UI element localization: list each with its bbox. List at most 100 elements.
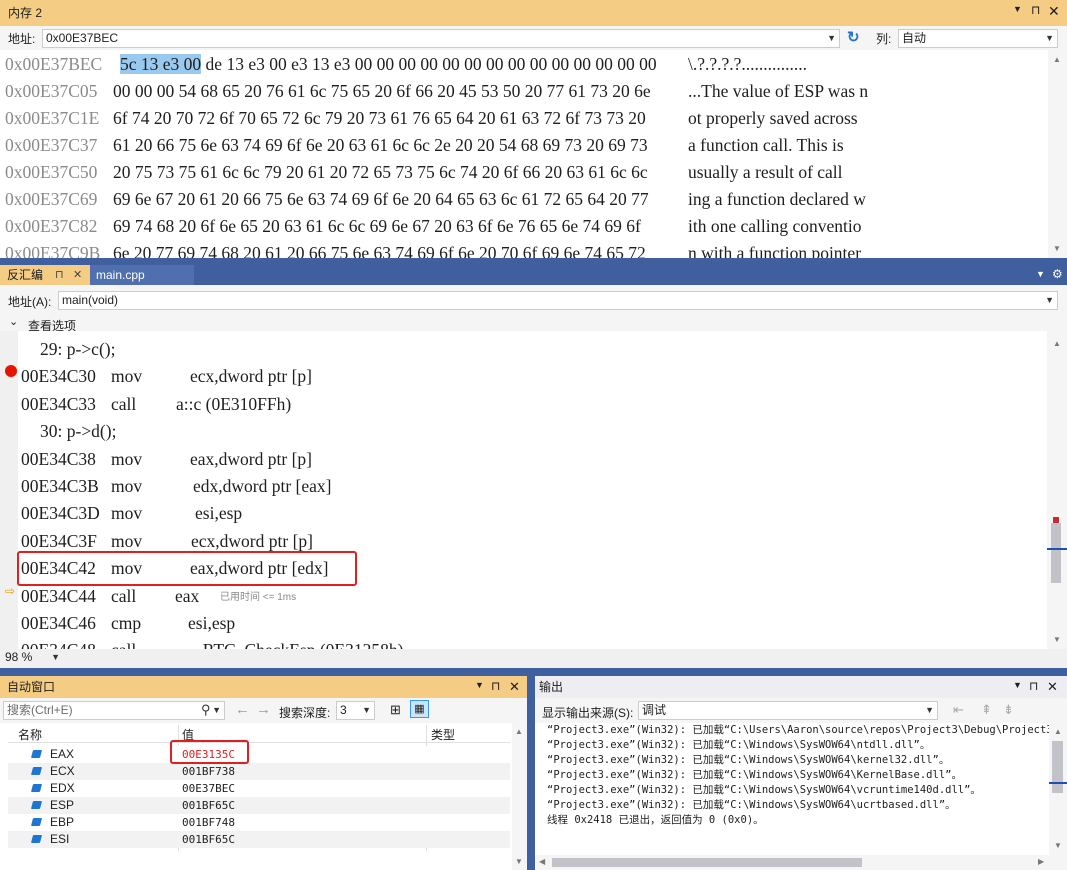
register-row[interactable]: ESP 001BF65C [8,797,510,814]
register-row[interactable]: EAX 00E3135C [8,746,510,763]
dropdown-arrow-icon[interactable]: ▼ [1013,4,1022,14]
scroll-down-icon[interactable]: ▼ [1050,635,1064,644]
pin-icon[interactable]: ⊓ [1029,679,1038,693]
memory-ascii: a function call. This is [688,135,844,155]
disasm-scrollbar[interactable]: ▲ ▼ [1047,331,1067,649]
memory-bytes[interactable]: 20 75 73 75 61 6c 6c 79 20 61 20 72 65 7… [113,159,648,186]
autos-scrollbar[interactable]: ▲ ▼ [512,723,527,870]
autos-search-input[interactable]: 搜索(Ctrl+E) ⚲ ▼ [3,701,225,720]
tab-main-cpp-label: main.cpp [96,268,145,282]
pin-watch-icon[interactable]: ⊞ [390,702,401,718]
zoom-select[interactable]: 98 % ▼ [2,650,63,667]
hex-display-icon[interactable]: ▦ [410,700,429,718]
instruction-opcode: call [111,637,136,649]
memory-content[interactable]: 0x00E37BEC 5c 13 e3 00 de 13 e3 00 e3 13 … [0,50,1048,258]
memory-bytes[interactable]: 6e 20 77 69 74 68 20 61 20 66 75 6e 63 7… [113,240,646,258]
prev-message-icon[interactable]: ⇞ [981,702,992,718]
memory-bytes[interactable]: 69 74 68 20 6f 6e 65 20 63 61 6c 6c 69 6… [113,213,641,240]
pane-splitter[interactable] [527,676,535,870]
scroll-up-icon[interactable]: ▲ [512,727,526,736]
autos-toolbar: 搜索(Ctrl+E) ⚲ ▼ ← → 搜索深度: 3 ▼ ⊞ ▦ [0,698,527,723]
autos-search-placeholder: 搜索(Ctrl+E) [7,703,73,717]
pin-icon[interactable]: ⊓ [1031,3,1040,17]
scroll-thumb[interactable] [1052,741,1063,793]
output-line: “Project3.exe”(Win32): 已加载“C:\Windows\Sy… [547,769,962,781]
memory-bytes[interactable]: 00 00 00 54 68 65 20 76 61 6c 75 65 20 6… [113,78,651,105]
next-message-icon[interactable]: ⇟ [1003,702,1014,718]
output-line: 线程 0x2418 已退出，返回值为 0 (0x0)。 [547,814,764,826]
find-message-icon[interactable]: ⇤ [953,702,964,718]
expand-chevron-icon[interactable]: ⌄ [9,315,18,328]
close-icon[interactable]: ✕ [509,679,520,695]
chevron-down-icon: ▼ [1045,295,1054,305]
register-row[interactable]: EDX 00E37BEC [8,780,510,797]
tab-main-cpp[interactable]: main.cpp [90,265,194,285]
scroll-down-icon[interactable]: ▼ [1051,841,1065,850]
output-hscrollbar[interactable]: ◀ ▶ [535,855,1067,870]
memory-scrollbar[interactable]: ▲ ▼ [1048,50,1067,258]
register-row[interactable]: EBP 001BF748 [8,814,510,831]
memory-ascii: ot properly saved across [688,108,858,128]
disasm-address-value: main(void) [62,293,119,307]
gear-icon[interactable]: ⚙ [1052,267,1063,281]
memory-address-input[interactable]: 0x00E37BEC ▼ [42,29,840,48]
highlight-box [170,740,249,764]
output-source-select[interactable]: 调试 ▼ [638,701,938,720]
pin-icon[interactable]: ⊓ [55,268,64,281]
scroll-up-icon[interactable]: ▲ [1051,727,1065,736]
register-value[interactable]: 001BF65C [182,797,235,814]
chevron-down-icon: ▼ [362,705,371,715]
register-value[interactable]: 00E37BEC [182,780,235,797]
source-line-text: 29: p->c(); [40,339,116,359]
back-arrow-icon[interactable]: ← [235,701,250,718]
memory-bytes[interactable]: 5c 13 e3 00 de 13 e3 00 e3 13 e3 00 00 0… [113,51,657,78]
pin-icon[interactable]: ⊓ [491,679,500,693]
scroll-right-icon[interactable]: ▶ [1038,857,1044,866]
output-scrollbar[interactable]: ▲ ▼ [1049,723,1067,855]
search-icon[interactable]: ⚲ [201,701,211,718]
close-icon[interactable]: ✕ [1048,3,1060,20]
dropdown-arrow-icon[interactable]: ▼ [1013,680,1022,690]
scroll-down-icon[interactable]: ▼ [1050,244,1064,253]
memory-bytes[interactable]: 6f 74 20 70 72 6f 70 65 72 6c 79 20 73 6… [113,105,646,132]
dropdown-arrow-icon[interactable]: ▼ [1036,269,1045,279]
close-icon[interactable]: ✕ [1047,679,1058,695]
memory-bytes[interactable]: 69 6e 67 20 61 20 66 75 6e 63 74 69 6f 6… [113,186,649,213]
selected-bytes[interactable]: 5c 13 e3 00 [120,54,202,74]
forward-arrow-icon[interactable]: → [256,701,271,718]
register-value[interactable]: 001BF65C [182,831,235,848]
memory-column-select[interactable]: 自动 ▼ [898,29,1058,48]
scroll-up-icon[interactable]: ▲ [1050,339,1064,348]
column-name-header[interactable]: 名称 [18,726,42,743]
indicator-margin[interactable] [0,331,18,649]
disasm-content[interactable]: ⇨ 29: p->c(); 00E34C30 mov ecx,dword ptr [p… [0,331,1047,649]
register-value[interactable]: 001BF748 [182,814,235,831]
column-type-header[interactable]: 类型 [431,726,455,743]
scroll-thumb[interactable] [552,858,862,867]
refresh-icon[interactable]: ↻ [847,28,860,46]
disasm-address-input[interactable]: main(void) ▼ [58,291,1058,310]
memory-address: 0x00E37BEC [5,54,103,74]
register-value[interactable]: 001BF738 [182,763,235,780]
output-source-value: 调试 [642,703,667,717]
horizontal-scrollbar[interactable] [66,653,1046,663]
dropdown-arrow-icon[interactable]: ▼ [475,680,484,690]
search-depth-select[interactable]: 3 ▼ [336,701,375,720]
memory-ascii: ing a function declared w [688,189,866,209]
scroll-left-icon[interactable]: ◀ [539,857,545,866]
register-row[interactable]: ESI 001BF65C [8,831,510,848]
memory-bytes-text: 61 20 66 75 6e 63 74 69 6f 6e 20 63 61 6… [113,135,648,155]
register-name: ECX [50,764,75,778]
breakpoint-icon[interactable] [5,365,17,377]
instruction-operands: _RTC_CheckEsp (0E31258h) [194,637,403,649]
scroll-thumb[interactable] [1051,523,1061,583]
scroll-down-icon[interactable]: ▼ [512,857,526,866]
search-depth-value: 3 [340,703,347,717]
close-icon[interactable]: ✕ [73,268,82,281]
memory-bytes[interactable]: 61 20 66 75 6e 63 74 69 6f 6e 20 63 61 6… [113,132,648,159]
scroll-up-icon[interactable]: ▲ [1050,55,1064,64]
instruction-operands: eax [175,585,200,606]
tab-disassembly[interactable]: 反汇编 ⊓ ✕ [0,265,90,285]
output-content[interactable]: “Project3.exe”(Win32): 已加载“C:\Users\Aaro… [535,723,1049,855]
register-row[interactable]: ECX 001BF738 [8,763,510,780]
